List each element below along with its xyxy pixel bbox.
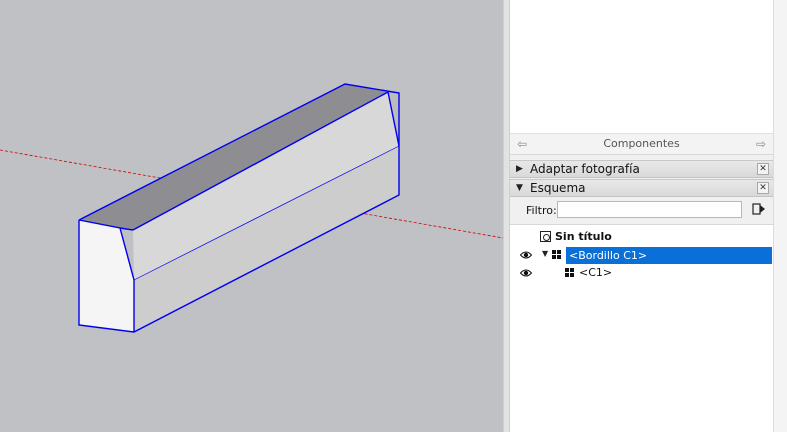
- section-label: Esquema: [530, 181, 586, 195]
- eye-icon[interactable]: [520, 268, 532, 278]
- panel-splitter[interactable]: [503, 0, 510, 432]
- components-nav-bar: ⇦ Componentes ⇨: [510, 133, 773, 155]
- tray-scrollbar[interactable]: [773, 0, 787, 432]
- outliner-filter-row: Filtro:: [510, 197, 773, 224]
- arrow-right-icon[interactable]: ⇨: [753, 136, 769, 152]
- model-icon: [540, 231, 551, 242]
- filter-label: Filtro:: [526, 204, 557, 217]
- eye-icon[interactable]: [520, 250, 532, 260]
- components-title: Componentes: [603, 137, 680, 150]
- section-header-outliner[interactable]: ▼ Esquema ✕: [510, 179, 773, 197]
- close-icon[interactable]: ✕: [757, 163, 769, 175]
- filter-input[interactable]: [557, 201, 742, 218]
- tree-item-label: <C1>: [579, 266, 613, 279]
- section-label: Adaptar fotografía: [530, 162, 640, 176]
- section-header-match-photo[interactable]: ▶ Adaptar fotografía ✕: [510, 160, 773, 178]
- tree-item-label: <Bordillo C1>: [566, 247, 772, 264]
- close-icon[interactable]: ✕: [757, 182, 769, 194]
- end-face: [79, 220, 134, 332]
- triangle-right-icon: ▶: [516, 164, 523, 174]
- tree-row-c1[interactable]: <C1>: [510, 264, 773, 282]
- triangle-down-icon[interactable]: ▼: [542, 249, 548, 259]
- components-preview-area: [510, 0, 773, 133]
- scene-canvas[interactable]: [0, 0, 503, 432]
- tree-row-bordillo[interactable]: ▼ <Bordillo C1>: [510, 246, 773, 264]
- component-icon: [552, 250, 561, 259]
- tray-body: ⇦ Componentes ⇨ ▶ Adaptar fotografía ✕ ▼…: [510, 0, 773, 432]
- tree-item-label: Sin título: [555, 230, 612, 243]
- outliner-tree: Sin título ▼ <Bordillo C1> <C1>: [510, 224, 773, 432]
- modeling-viewport[interactable]: [0, 0, 503, 432]
- component-icon: [565, 268, 574, 277]
- default-tray: ⇦ Componentes ⇨ ▶ Adaptar fotografía ✕ ▼…: [510, 0, 787, 432]
- triangle-down-icon: ▼: [516, 183, 523, 193]
- details-menu-icon[interactable]: [752, 202, 766, 216]
- tree-row-model[interactable]: Sin título: [510, 228, 773, 246]
